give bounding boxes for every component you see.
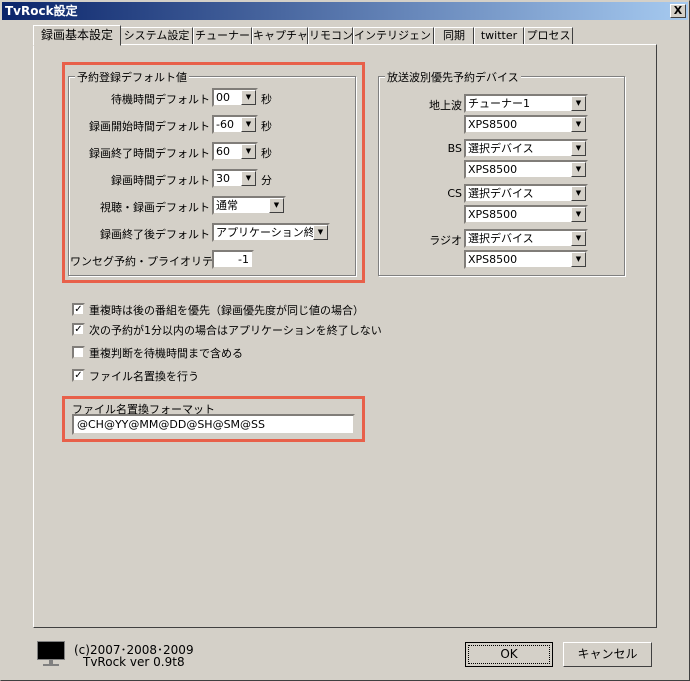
tab-twitter[interactable]: twitter — [474, 27, 524, 45]
devices-group-title: 放送波別優先予約デバイス — [385, 69, 521, 85]
radio-pc-select[interactable]: XPS8500 ▼ — [464, 250, 588, 269]
oneseg-priority-label: ワンセグ予約・プライオリティ — [70, 255, 224, 268]
filename-replace-checkbox[interactable]: ✓ — [72, 369, 85, 382]
cs-label: CS — [447, 187, 462, 200]
wait-time-label: 待機時間デフォルト — [111, 93, 210, 106]
after-record-value: アプリケーション終了 — [216, 226, 326, 239]
bs-device-select[interactable]: 選択デバイス ▼ — [464, 139, 588, 158]
bs-label: BS — [447, 142, 462, 155]
chevron-down-icon: ▼ — [269, 198, 284, 213]
duration-select[interactable]: 30 ▼ — [212, 169, 258, 188]
radio-device-value: 選択デバイス — [468, 232, 534, 245]
terrestrial-pc-value: XPS8500 — [468, 118, 518, 131]
duration-unit: 分 — [261, 174, 272, 187]
ok-button[interactable]: OK — [465, 642, 553, 667]
check-icon: ✓ — [74, 370, 83, 381]
chevron-down-icon: ▼ — [571, 162, 586, 177]
after-record-label: 録画終了後デフォルト — [100, 228, 210, 241]
terrestrial-pc-select[interactable]: XPS8500 ▼ — [464, 115, 588, 134]
start-time-label: 録画開始時間デフォルト — [89, 120, 210, 133]
end-time-value: 60 — [216, 145, 230, 158]
monitor-icon — [37, 641, 65, 660]
start-time-value: -60 — [216, 118, 234, 131]
close-button[interactable]: X — [670, 4, 686, 18]
cs-pc-value: XPS8500 — [468, 208, 518, 221]
chevron-down-icon: ▼ — [571, 141, 586, 156]
radio-device-select[interactable]: 選択デバイス ▼ — [464, 229, 588, 248]
end-time-unit: 秒 — [261, 147, 272, 160]
tab-system[interactable]: システム設定 — [120, 27, 193, 45]
duration-label: 録画時間デフォルト — [111, 174, 210, 187]
tab-intelligent[interactable]: インテリジェント — [353, 27, 434, 45]
prefer-later-label: 重複時は後の番組を優先（録画優先度が同じ値の場合） — [89, 304, 364, 317]
radio-label: ラジオ — [429, 234, 462, 247]
version-text: TvRock ver 0.9t8 — [83, 655, 185, 669]
chevron-down-icon: ▼ — [571, 117, 586, 132]
chevron-down-icon: ▼ — [241, 90, 256, 105]
include-wait-label: 重複判断を待機時間まで含める — [89, 347, 243, 360]
view-record-select[interactable]: 通常 ▼ — [212, 196, 286, 215]
start-time-unit: 秒 — [261, 120, 272, 133]
bs-pc-select[interactable]: XPS8500 ▼ — [464, 160, 588, 179]
bs-device-value: 選択デバイス — [468, 142, 534, 155]
terrestrial-device-select[interactable]: チューナー1 ▼ — [464, 94, 588, 113]
chevron-down-icon: ▼ — [571, 252, 586, 267]
tab-capture[interactable]: キャプチャ — [252, 27, 308, 45]
view-record-label: 視聴・録画デフォルト — [100, 201, 210, 214]
cs-device-value: 選択デバイス — [468, 187, 534, 200]
window-title: TvRock設定 — [5, 4, 78, 18]
start-time-select[interactable]: -60 ▼ — [212, 115, 258, 134]
title-bar: TvRock設定 — [2, 2, 688, 20]
defaults-group-title: 予約登録デフォルト値 — [75, 69, 189, 85]
include-wait-checkbox[interactable] — [72, 346, 85, 359]
keep-app-checkbox[interactable]: ✓ — [72, 323, 85, 336]
view-record-value: 通常 — [216, 199, 238, 212]
cs-device-select[interactable]: 選択デバイス ▼ — [464, 184, 588, 203]
chevron-down-icon: ▼ — [571, 96, 586, 111]
oneseg-priority-input[interactable]: -1 — [212, 250, 254, 269]
chevron-down-icon: ▼ — [241, 117, 256, 132]
monitor-base — [43, 664, 59, 666]
wait-time-unit: 秒 — [261, 93, 272, 106]
chevron-down-icon: ▼ — [571, 186, 586, 201]
check-icon: ✓ — [74, 324, 83, 335]
chevron-down-icon: ▼ — [571, 207, 586, 222]
tab-remote[interactable]: リモコン — [308, 27, 353, 45]
chevron-down-icon: ▼ — [571, 231, 586, 246]
chevron-down-icon: ▼ — [241, 144, 256, 159]
filename-replace-label: ファイル名置換を行う — [89, 370, 199, 383]
wait-time-value: 00 — [216, 91, 230, 104]
terrestrial-label: 地上波 — [429, 99, 462, 112]
keep-app-label: 次の予約が1分以内の場合はアプリケーションを終了しない — [89, 324, 382, 337]
cs-pc-select[interactable]: XPS8500 ▼ — [464, 205, 588, 224]
chevron-down-icon: ▼ — [241, 171, 256, 186]
tab-recording-basic[interactable]: 録画基本設定 — [33, 25, 121, 46]
duration-value: 30 — [216, 172, 230, 185]
check-icon: ✓ — [74, 304, 83, 315]
tab-process[interactable]: プロセス — [524, 27, 573, 45]
cancel-button[interactable]: キャンセル — [563, 642, 652, 667]
prefer-later-checkbox[interactable]: ✓ — [72, 303, 85, 316]
filename-format-input[interactable]: @CH@YY@MM@DD@SH@SM@SS — [72, 414, 355, 435]
bs-pc-value: XPS8500 — [468, 163, 518, 176]
after-record-select[interactable]: アプリケーション終了 ▼ — [212, 223, 330, 242]
tab-sync[interactable]: 同期 — [434, 27, 474, 45]
end-time-select[interactable]: 60 ▼ — [212, 142, 258, 161]
terrestrial-device-value: チューナー1 — [468, 97, 530, 110]
radio-pc-value: XPS8500 — [468, 253, 518, 266]
chevron-down-icon: ▼ — [313, 225, 328, 240]
tab-tuner[interactable]: チューナー — [193, 27, 252, 45]
wait-time-select[interactable]: 00 ▼ — [212, 88, 258, 107]
end-time-label: 録画終了時間デフォルト — [89, 147, 210, 160]
